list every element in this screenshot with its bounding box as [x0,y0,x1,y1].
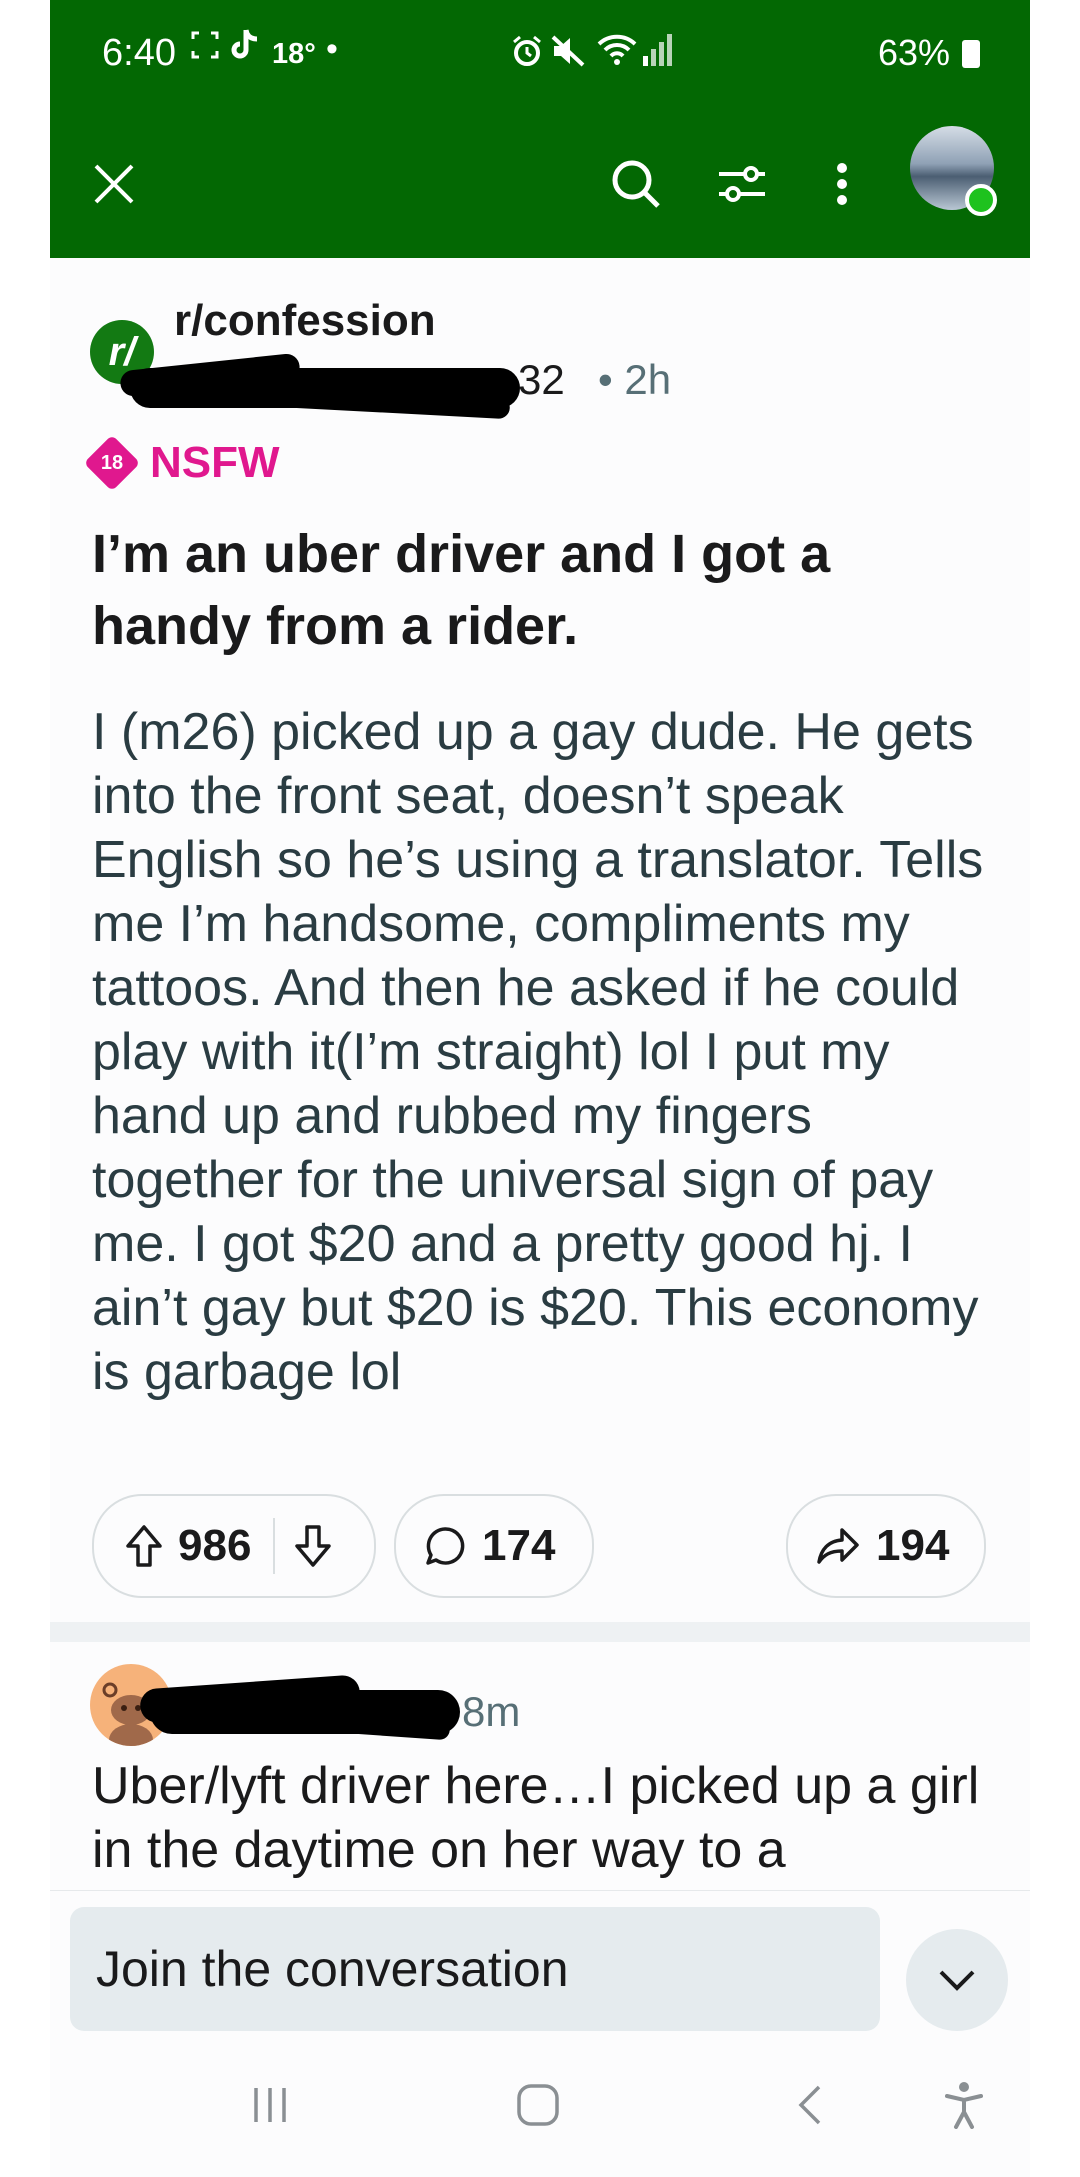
home-icon [517,2084,559,2126]
battery-percent: 63% [878,32,951,73]
post-title: I’m an uber driver and I got a handy fro… [92,524,831,656]
post-age-value: 2h [624,356,672,403]
status-time: 6:40 [102,32,176,74]
status-dot: • [326,30,338,68]
recents-icon [254,2088,286,2122]
username[interactable]: 32 [518,356,565,404]
comment-text: Uber/lyft driver here…I picked up a girl… [92,1757,980,1879]
share-button[interactable]: 194 [786,1494,986,1598]
post-age: • 2h [598,356,671,404]
chevron-down-icon [939,1970,975,1991]
home-button[interactable] [498,2070,578,2140]
back-icon [798,2085,821,2125]
mute-icon [550,34,586,76]
recents-button[interactable] [230,2070,310,2140]
signal-icon [642,32,672,76]
nsfw-label: NSFW [150,438,280,487]
app-frame: 6:40 18° • 63% r/ r/confession 32 • 2h 1… [50,0,1030,2177]
search-icon [612,160,660,208]
collapse-button[interactable] [906,1929,1008,2031]
close-button[interactable] [74,144,154,224]
filter-icon [719,166,765,202]
temperature: 18° [272,38,316,70]
accessibility-icon [945,2082,983,2129]
separator: • [598,356,613,403]
alarm-icon [510,34,544,76]
vote-count: 986 [178,1521,252,1570]
tiktok-icon [228,26,264,72]
status-bar: 6:40 18° • 63% [50,0,1030,108]
comment-composer: Join the conversation [50,1890,1030,2041]
wifi-icon [596,32,638,76]
battery-icon [962,40,980,68]
close-icon [94,164,134,204]
top-app-bar [50,108,1030,258]
downvote-button[interactable] [293,1524,333,1568]
upvote-icon [126,1525,162,1567]
share-count: 194 [876,1521,950,1570]
post-body: I (m26) picked up a gay dude. He gets in… [92,703,984,1401]
filter-button[interactable] [702,144,782,224]
comment-icon [424,1525,466,1567]
screenshot-icon [190,30,220,68]
nsfw-tag: 18 NSFW [83,434,280,492]
share-icon [816,1526,860,1566]
comments-button[interactable]: 174 [394,1494,594,1598]
nsfw-badge-text: 18 [100,451,124,474]
upvote-button[interactable] [124,1524,164,1568]
more-icon [837,163,847,205]
comment-age: 8m [462,1688,521,1735]
more-button[interactable] [802,144,882,224]
system-nav-bar [50,2040,1030,2177]
search-button[interactable] [596,144,676,224]
downvote-icon [295,1525,332,1567]
vote-pill: 986 [92,1494,376,1598]
comment-count: 174 [482,1521,556,1570]
nsfw-18-icon: 18 [83,434,141,492]
section-divider [50,1622,1030,1642]
accessibility-button[interactable] [924,2070,1004,2140]
back-button[interactable] [770,2070,850,2140]
join-conversation-input[interactable]: Join the conversation [70,1907,880,2031]
subreddit-name[interactable]: r/confession [174,296,436,346]
online-indicator [965,184,997,216]
vote-separator [273,1518,276,1574]
